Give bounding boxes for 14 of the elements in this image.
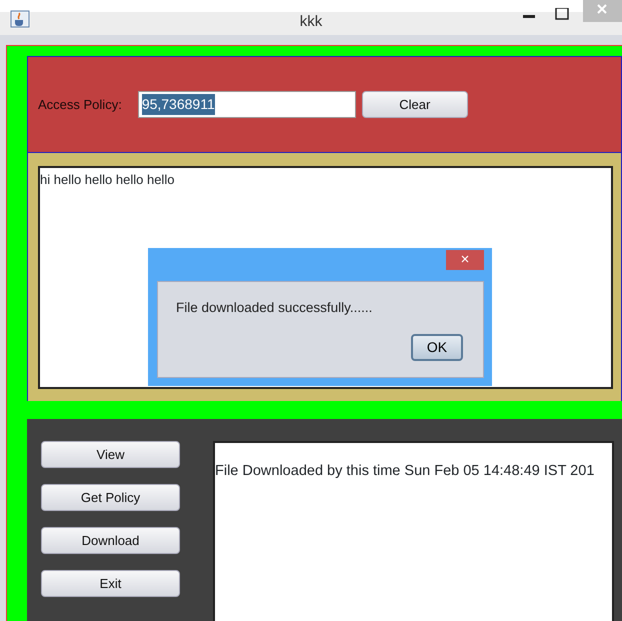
- access-policy-field[interactable]: 95,7368911: [138, 91, 356, 118]
- clear-button[interactable]: Clear: [362, 91, 468, 118]
- log-text-area[interactable]: File Downloaded by this time Sun Feb 05 14:48:49 IST 201: [213, 441, 614, 621]
- side-button[interactable]: View: [41, 441, 180, 468]
- minimize-icon[interactable]: [523, 15, 535, 19]
- dialog-message: File downloaded successfully......: [176, 300, 372, 315]
- side-button[interactable]: Get Policy: [41, 484, 180, 511]
- access-policy-label: Access Policy:: [38, 96, 122, 114]
- side-button[interactable]: Exit: [41, 570, 180, 597]
- side-button[interactable]: Download: [41, 527, 180, 554]
- window-title: kkk: [300, 12, 322, 32]
- ok-button[interactable]: OK: [411, 334, 463, 361]
- maximize-icon[interactable]: [555, 8, 569, 20]
- dialog-close-button[interactable]: ×: [446, 250, 484, 270]
